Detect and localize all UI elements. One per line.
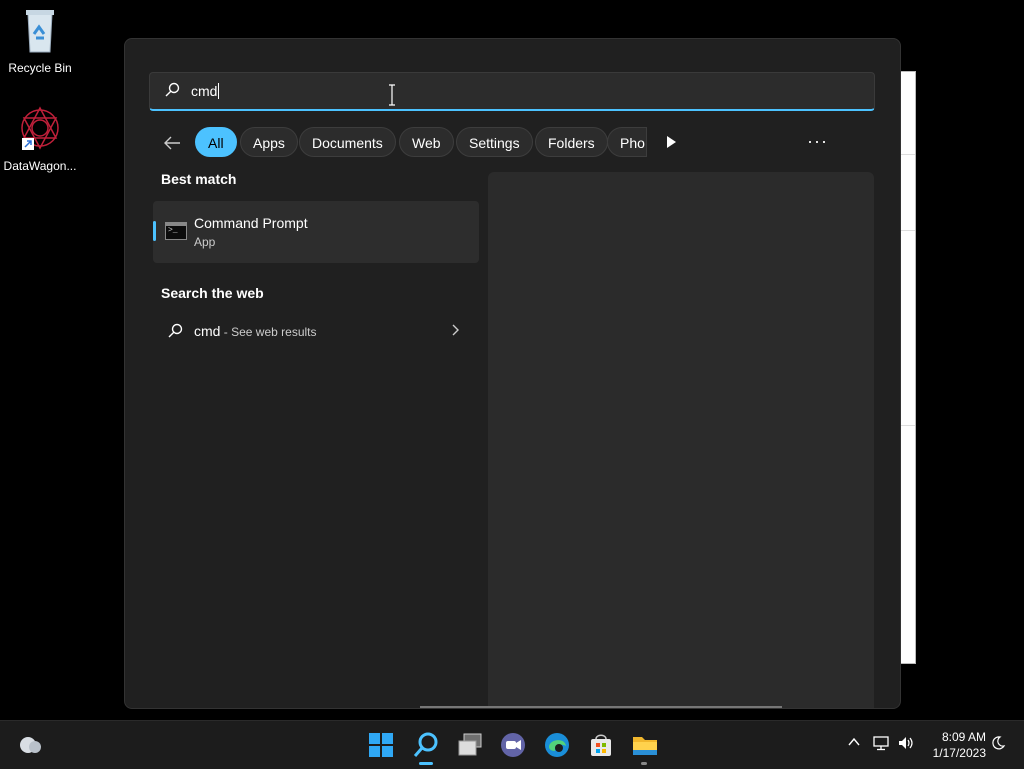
filter-settings[interactable]: Settings [456,127,533,157]
desktop-icon-label: DataWagon... [3,159,77,173]
desktop-icon-label: Recycle Bin [8,61,72,75]
more-options-button[interactable]: ··· [807,131,828,152]
text-caret [218,83,220,99]
best-match-result[interactable]: Command Prompt App [153,201,479,263]
file-explorer-icon[interactable] [631,731,659,759]
clock-date: 1/17/2023 [932,746,986,760]
filter-documents[interactable]: Documents [299,127,396,157]
search-input[interactable]: cmd [149,72,875,111]
chevron-right-icon[interactable] [451,324,459,336]
web-query: cmd - See web results [194,323,317,339]
search-icon [168,323,183,338]
desktop-icon-datawagon[interactable]: DataWagon... [0,104,80,173]
recycle-bin-icon [26,10,54,53]
filter-all[interactable]: All [195,127,237,157]
weather-icon[interactable] [16,735,42,755]
active-app-indicator [419,762,433,765]
search-icon [165,82,180,97]
network-icon[interactable] [872,735,890,751]
result-subtitle: App [194,235,216,249]
play-arrow-icon[interactable] [665,135,677,149]
filter-bar: All Apps Documents Web Settings Folders … [159,127,859,159]
search-query: cmd [191,83,220,99]
focus-moon-icon[interactable] [990,735,1006,751]
volume-icon[interactable] [897,735,915,751]
chevron-up-icon[interactable] [847,735,861,749]
task-view-icon[interactable] [456,731,484,759]
web-query-suffix: - See web results [220,325,317,339]
start-button[interactable] [367,731,395,759]
running-app-indicator [641,762,647,765]
filter-web[interactable]: Web [399,127,454,157]
chat-icon[interactable] [499,731,527,759]
clock-time: 8:09 AM [941,730,986,744]
best-match-heading: Best match [161,171,237,187]
scrollbar[interactable] [420,706,782,708]
system-clock[interactable]: 8:09 AM 1/17/2023 [922,729,986,761]
search-panel: cmd All Apps Documents Web Settings Fold… [124,38,901,709]
filter-apps[interactable]: Apps [240,127,298,157]
taskbar: 8:09 AM 1/17/2023 [0,720,1024,769]
results-list: Best match Command Prompt App Search the… [153,171,479,351]
search-web-heading: Search the web [161,285,264,301]
back-arrow-icon[interactable] [163,135,181,151]
filter-folders[interactable]: Folders [535,127,608,157]
mouse-cursor-icon [389,84,395,106]
filter-photos[interactable]: Pho [607,127,647,157]
datawagon-icon [21,106,59,150]
command-prompt-icon [165,222,187,240]
web-search-result[interactable]: cmd - See web results [153,311,479,351]
edge-browser-icon[interactable] [543,731,571,759]
preview-pane [488,172,874,708]
result-title: Command Prompt [194,215,308,231]
search-taskbar-icon[interactable] [412,731,440,759]
selection-indicator [153,221,156,241]
store-icon[interactable] [587,731,615,759]
desktop-icon-recycle-bin[interactable]: Recycle Bin [0,8,80,75]
